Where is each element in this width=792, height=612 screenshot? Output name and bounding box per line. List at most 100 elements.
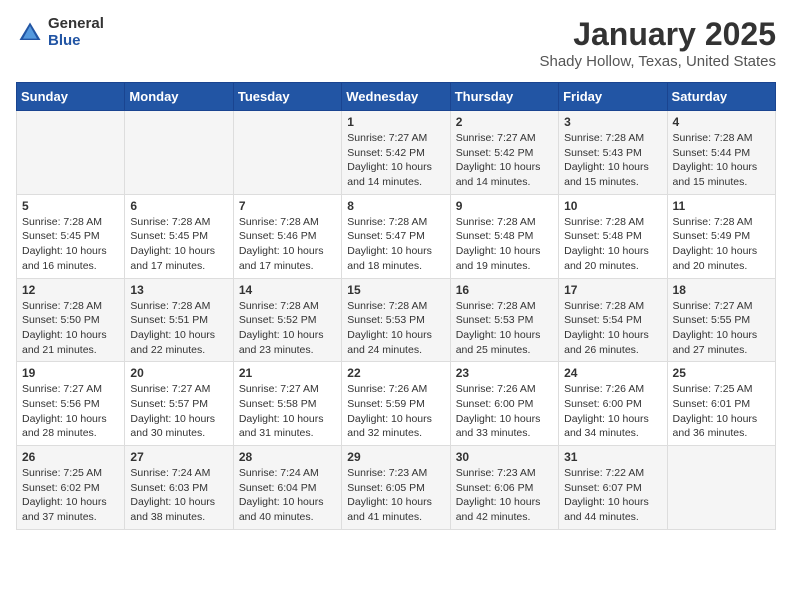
- day-number: 10: [564, 199, 661, 213]
- day-number: 15: [347, 283, 444, 297]
- calendar-cell: 15 Sunrise: 7:28 AM Sunset: 5:53 PM Dayli…: [342, 278, 450, 362]
- day-number: 19: [22, 366, 119, 380]
- day-number: 27: [130, 450, 227, 464]
- day-info: Sunrise: 7:28 AM Sunset: 5:48 PM Dayligh…: [564, 215, 661, 274]
- calendar-cell: 4Sunrise: 7:28 AM Sunset: 5:44 PM Daylig…: [667, 111, 775, 195]
- day-info: Sunrise: 7:28 AM Sunset: 5:43 PM Dayligh…: [564, 131, 661, 190]
- calendar-cell: 27 Sunrise: 7:24 AM Sunset: 6:03 PM Dayli…: [125, 446, 233, 530]
- day-info: Sunrise: 7:22 AM Sunset: 6:07 PM Dayligh…: [564, 466, 661, 525]
- day-info: Sunrise: 7:27 AM Sunset: 5:55 PM Dayligh…: [673, 299, 770, 358]
- calendar-cell: [17, 111, 125, 195]
- title-block: January 2025 Shady Hollow, Texas, United…: [539, 16, 776, 70]
- calendar-cell: [667, 446, 775, 530]
- logo-blue-text: Blue: [48, 33, 104, 50]
- day-number: 5: [22, 199, 119, 213]
- header-day: Wednesday: [342, 83, 450, 111]
- logo-text: General Blue: [48, 16, 104, 49]
- day-number: 1: [347, 115, 444, 129]
- header-day: Thursday: [450, 83, 558, 111]
- day-number: 23: [456, 366, 553, 380]
- calendar-cell: 28 Sunrise: 7:24 AM Sunset: 6:04 PM Dayli…: [233, 446, 341, 530]
- day-number: 26: [22, 450, 119, 464]
- calendar-body: 1 Sunrise: 7:27 AM Sunset: 5:42 PM Daylig…: [17, 111, 776, 530]
- day-info: Sunrise: 7:24 AM Sunset: 6:04 PM Dayligh…: [239, 466, 336, 525]
- day-info: Sunrise: 7:28 AM Sunset: 5:50 PM Dayligh…: [22, 299, 119, 358]
- day-info: Sunrise: 7:26 AM Sunset: 6:00 PM Dayligh…: [564, 382, 661, 441]
- day-info: Sunrise: 7:28 AM Sunset: 5:54 PM Dayligh…: [564, 299, 661, 358]
- day-number: 28: [239, 450, 336, 464]
- header-day: Monday: [125, 83, 233, 111]
- day-number: 13: [130, 283, 227, 297]
- calendar-cell: 13 Sunrise: 7:28 AM Sunset: 5:51 PM Dayli…: [125, 278, 233, 362]
- calendar-cell: 25 Sunrise: 7:25 AM Sunset: 6:01 PM Dayli…: [667, 362, 775, 446]
- day-info: Sunrise: 7:25 AM Sunset: 6:01 PM Dayligh…: [673, 382, 770, 441]
- header-day: Tuesday: [233, 83, 341, 111]
- day-info: Sunrise: 7:27 AM Sunset: 5:57 PM Dayligh…: [130, 382, 227, 441]
- day-number: 2: [456, 115, 553, 129]
- calendar-week: 19 Sunrise: 7:27 AM Sunset: 5:56 PM Dayli…: [17, 362, 776, 446]
- day-number: 7: [239, 199, 336, 213]
- calendar-cell: 12 Sunrise: 7:28 AM Sunset: 5:50 PM Dayli…: [17, 278, 125, 362]
- day-info: Sunrise: 7:23 AM Sunset: 6:05 PM Dayligh…: [347, 466, 444, 525]
- day-info: Sunrise: 7:25 AM Sunset: 6:02 PM Dayligh…: [22, 466, 119, 525]
- day-number: 22: [347, 366, 444, 380]
- day-info: Sunrise: 7:28 AM Sunset: 5:48 PM Dayligh…: [456, 215, 553, 274]
- day-info: Sunrise: 7:28 AM Sunset: 5:47 PM Dayligh…: [347, 215, 444, 274]
- day-number: 14: [239, 283, 336, 297]
- day-number: 24: [564, 366, 661, 380]
- calendar-cell: 10 Sunrise: 7:28 AM Sunset: 5:48 PM Dayli…: [559, 194, 667, 278]
- calendar-week: 5 Sunrise: 7:28 AM Sunset: 5:45 PM Daylig…: [17, 194, 776, 278]
- day-info: Sunrise: 7:24 AM Sunset: 6:03 PM Dayligh…: [130, 466, 227, 525]
- day-info: Sunrise: 7:28 AM Sunset: 5:51 PM Dayligh…: [130, 299, 227, 358]
- day-info: Sunrise: 7:28 AM Sunset: 5:53 PM Dayligh…: [456, 299, 553, 358]
- day-number: 31: [564, 450, 661, 464]
- day-info: Sunrise: 7:26 AM Sunset: 6:00 PM Dayligh…: [456, 382, 553, 441]
- calendar-cell: 8Sunrise: 7:28 AM Sunset: 5:47 PM Daylig…: [342, 194, 450, 278]
- day-info: Sunrise: 7:28 AM Sunset: 5:45 PM Dayligh…: [22, 215, 119, 274]
- calendar-cell: 29 Sunrise: 7:23 AM Sunset: 6:05 PM Dayli…: [342, 446, 450, 530]
- day-number: 9: [456, 199, 553, 213]
- calendar-cell: 7 Sunrise: 7:28 AM Sunset: 5:46 PM Daylig…: [233, 194, 341, 278]
- calendar-cell: 20Sunrise: 7:27 AM Sunset: 5:57 PM Dayli…: [125, 362, 233, 446]
- day-info: Sunrise: 7:28 AM Sunset: 5:46 PM Dayligh…: [239, 215, 336, 274]
- day-number: 16: [456, 283, 553, 297]
- day-info: Sunrise: 7:27 AM Sunset: 5:42 PM Dayligh…: [456, 131, 553, 190]
- calendar-cell: 18Sunrise: 7:27 AM Sunset: 5:55 PM Dayli…: [667, 278, 775, 362]
- calendar-cell: 19 Sunrise: 7:27 AM Sunset: 5:56 PM Dayli…: [17, 362, 125, 446]
- logo: General Blue: [16, 16, 104, 49]
- day-info: Sunrise: 7:26 AM Sunset: 5:59 PM Dayligh…: [347, 382, 444, 441]
- header-day: Friday: [559, 83, 667, 111]
- day-number: 6: [130, 199, 227, 213]
- header-day: Sunday: [17, 83, 125, 111]
- calendar-cell: 21Sunrise: 7:27 AM Sunset: 5:58 PM Dayli…: [233, 362, 341, 446]
- calendar-subtitle: Shady Hollow, Texas, United States: [539, 53, 776, 70]
- calendar-title: January 2025: [539, 16, 776, 53]
- calendar-cell: 2 Sunrise: 7:27 AM Sunset: 5:42 PM Daylig…: [450, 111, 558, 195]
- day-info: Sunrise: 7:28 AM Sunset: 5:52 PM Dayligh…: [239, 299, 336, 358]
- calendar-cell: [233, 111, 341, 195]
- calendar-week: 26 Sunrise: 7:25 AM Sunset: 6:02 PM Dayli…: [17, 446, 776, 530]
- calendar-cell: 6Sunrise: 7:28 AM Sunset: 5:45 PM Daylig…: [125, 194, 233, 278]
- calendar-cell: 17 Sunrise: 7:28 AM Sunset: 5:54 PM Dayli…: [559, 278, 667, 362]
- day-number: 29: [347, 450, 444, 464]
- day-info: Sunrise: 7:28 AM Sunset: 5:49 PM Dayligh…: [673, 215, 770, 274]
- calendar-cell: 26 Sunrise: 7:25 AM Sunset: 6:02 PM Dayli…: [17, 446, 125, 530]
- calendar-cell: 30Sunrise: 7:23 AM Sunset: 6:06 PM Dayli…: [450, 446, 558, 530]
- day-number: 12: [22, 283, 119, 297]
- calendar-cell: 5 Sunrise: 7:28 AM Sunset: 5:45 PM Daylig…: [17, 194, 125, 278]
- day-number: 25: [673, 366, 770, 380]
- day-number: 4: [673, 115, 770, 129]
- calendar-cell: 16 Sunrise: 7:28 AM Sunset: 5:53 PM Dayli…: [450, 278, 558, 362]
- header-row: SundayMondayTuesdayWednesdayThursdayFrid…: [17, 83, 776, 111]
- day-number: 30: [456, 450, 553, 464]
- day-number: 21: [239, 366, 336, 380]
- calendar-week: 12 Sunrise: 7:28 AM Sunset: 5:50 PM Dayli…: [17, 278, 776, 362]
- day-info: Sunrise: 7:27 AM Sunset: 5:56 PM Dayligh…: [22, 382, 119, 441]
- calendar-cell: 24 Sunrise: 7:26 AM Sunset: 6:00 PM Dayli…: [559, 362, 667, 446]
- page-header: General Blue January 2025 Shady Hollow, …: [16, 16, 776, 70]
- day-number: 17: [564, 283, 661, 297]
- day-info: Sunrise: 7:28 AM Sunset: 5:53 PM Dayligh…: [347, 299, 444, 358]
- calendar-cell: 3Sunrise: 7:28 AM Sunset: 5:43 PM Daylig…: [559, 111, 667, 195]
- calendar-cell: 22 Sunrise: 7:26 AM Sunset: 5:59 PM Dayli…: [342, 362, 450, 446]
- calendar-cell: 23 Sunrise: 7:26 AM Sunset: 6:00 PM Dayli…: [450, 362, 558, 446]
